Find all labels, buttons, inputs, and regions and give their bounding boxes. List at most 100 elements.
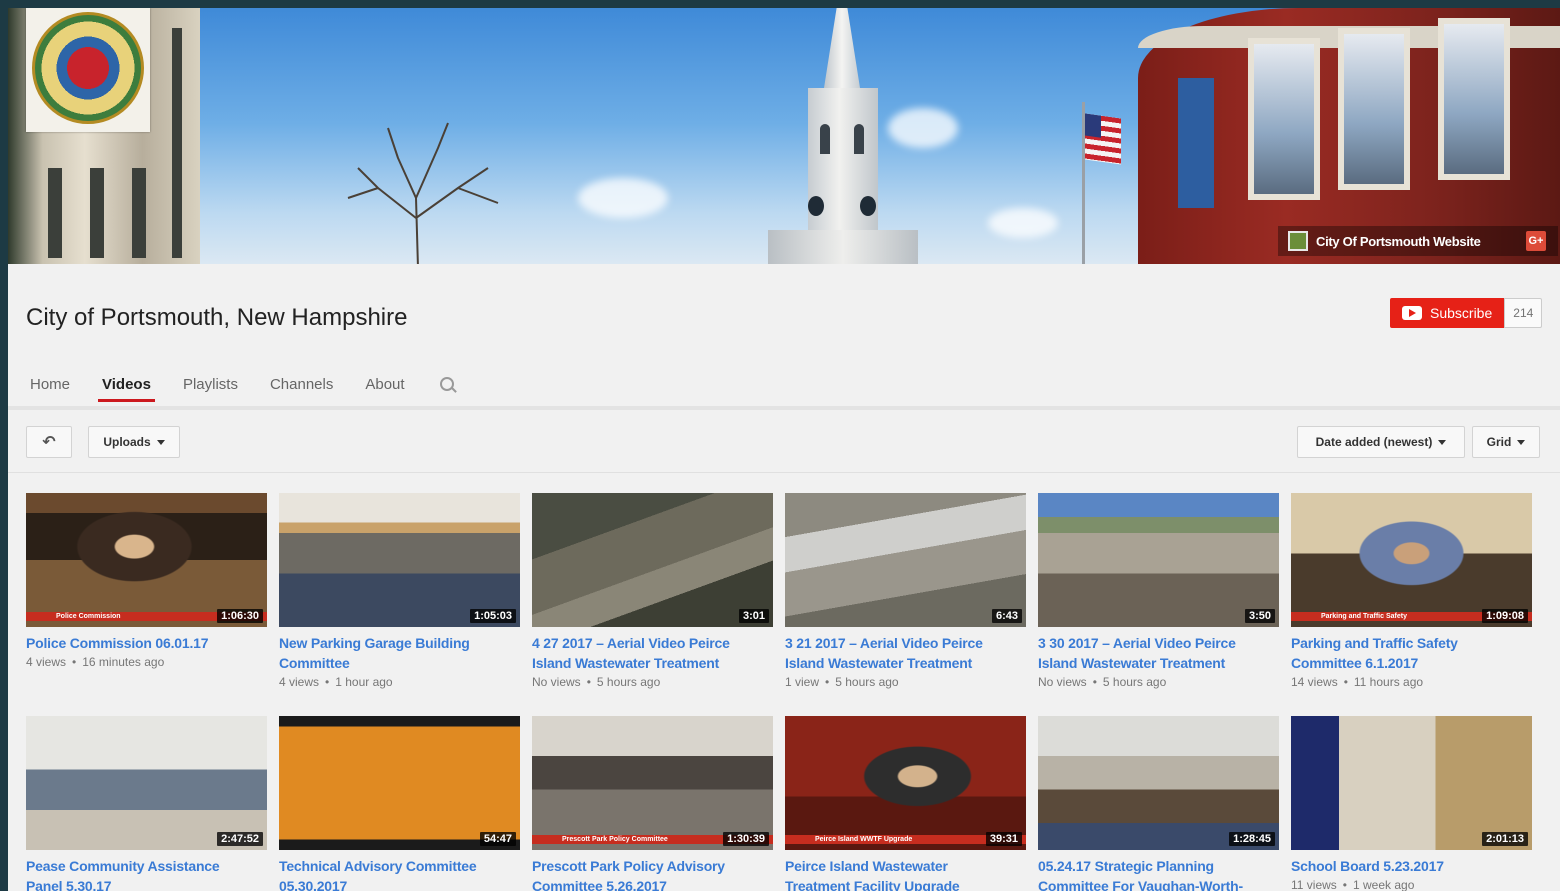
thumbnail-image [785, 493, 1026, 627]
upload-age: 5 hours ago [596, 675, 661, 689]
video-card[interactable]: 2:47:52 Pease Community Assistance Panel 5… [26, 716, 267, 891]
sort-dropdown[interactable]: Date added (newest) [1297, 426, 1465, 458]
subscriber-count: 214 [1504, 298, 1543, 328]
video-card[interactable]: Parking and Traffic Safety 1:09:08 Parking… [1291, 493, 1532, 691]
video-title-link[interactable]: Prescott Park Policy Advisory Committee 5… [532, 856, 762, 891]
video-title-link[interactable]: Parking and Traffic Safety Committee 6.1.… [1291, 633, 1521, 673]
view-dropdown[interactable]: Grid [1472, 426, 1540, 458]
video-title-link[interactable]: Technical Advisory Committee 05.30.2017 [279, 856, 509, 891]
video-duration: 1:30:39 [723, 832, 769, 846]
video-duration: 2:47:52 [217, 832, 263, 846]
google-plus-icon[interactable]: G+ [1526, 231, 1546, 251]
video-card[interactable]: 6:43 3 21 2017 – Aerial Video Peirce Islan… [785, 493, 1026, 691]
video-meta: No views • 5 hours ago [1038, 673, 1279, 691]
video-thumbnail[interactable]: Police Commission 1:06:30 [26, 493, 267, 627]
video-title-link[interactable]: Police Commission 06.01.17 [26, 633, 256, 653]
video-title-line: Committee For Vaughan-Worth- [1038, 878, 1243, 891]
video-thumbnail[interactable]: 6:43 [785, 493, 1026, 627]
video-card[interactable]: Police Commission 1:06:30 Police Commissio… [26, 493, 267, 671]
view-count: 4 views [279, 675, 320, 689]
video-title-line: Police Commission 06.01.17 [26, 635, 209, 651]
video-thumbnail[interactable]: Parking and Traffic Safety 1:09:08 [1291, 493, 1532, 627]
meta-separator: • [586, 675, 591, 689]
uploads-dropdown[interactable]: Uploads [88, 426, 180, 458]
video-card[interactable]: 2:01:13 School Board 5.23.2017 11 views • 1 … [1291, 716, 1532, 891]
thumbnail-image [26, 493, 267, 627]
video-card[interactable]: 1:28:45 05.24.17 Strategic Planning Commit… [1038, 716, 1279, 891]
banner-flag [1085, 113, 1121, 165]
youtube-play-icon [1402, 306, 1422, 320]
thumbnail-image [785, 716, 1026, 850]
video-duration: 39:31 [985, 832, 1022, 846]
uploads-label: Uploads [103, 435, 151, 449]
video-thumbnail[interactable]: 2:01:13 [1291, 716, 1532, 850]
video-title-line: Committee [279, 655, 350, 671]
video-thumbnail[interactable]: 54:47 [279, 716, 520, 850]
video-title-line: Peirce Island Wastewater [785, 858, 948, 874]
video-title-line: Parking and Traffic Safety [1291, 635, 1458, 651]
video-card[interactable]: 3:01 4 27 2017 – Aerial Video Peirce Islan… [532, 493, 773, 691]
video-card[interactable]: 1:05:03 New Parking Garage Building Commit… [279, 493, 520, 691]
tab-channels[interactable]: Channels [254, 362, 349, 406]
tab-about[interactable]: About [349, 362, 420, 406]
sort-label: Date added (newest) [1315, 435, 1433, 449]
video-thumbnail[interactable]: 2:47:52 [26, 716, 267, 850]
toolbar-divider [8, 472, 1560, 473]
video-title-link[interactable]: School Board 5.23.2017 [1291, 856, 1521, 876]
back-arrow-icon: ↶ [42, 434, 56, 451]
upload-age: 5 hours ago [835, 675, 899, 689]
view-count: 1 view [785, 675, 820, 689]
view-count: No views [1038, 675, 1087, 689]
video-thumbnail[interactable]: 3:01 [532, 493, 773, 627]
channel-avatar[interactable] [26, 8, 150, 132]
video-duration: 1:28:45 [1229, 832, 1275, 846]
video-title-line: 3 30 2017 – Aerial Video Peirce [1038, 635, 1236, 651]
video-title-link[interactable]: Peirce Island Wastewater Treatment Facili… [785, 856, 1015, 891]
video-title-line: Technical Advisory Committee [279, 858, 477, 874]
channel-tabs: Home Videos Playlists Channels About [8, 362, 459, 406]
tab-videos[interactable]: Videos [86, 362, 167, 406]
video-duration: 1:06:30 [217, 609, 263, 623]
video-card[interactable]: Prescott Park Policy Committee 1:30:39 Pre… [532, 716, 773, 891]
meta-separator: • [1342, 878, 1347, 891]
chevron-down-icon [1517, 439, 1526, 445]
tab-playlists[interactable]: Playlists [167, 362, 254, 406]
lower-third-text: Peirce Island WWTF Upgrade [815, 836, 913, 843]
video-duration: 1:09:08 [1482, 609, 1528, 623]
video-title-link[interactable]: Pease Community Assistance Panel 5.30.17 [26, 856, 256, 891]
subscribe-widget: Subscribe 214 [1390, 298, 1543, 328]
channel-search-button[interactable] [435, 362, 459, 406]
video-meta: 4 views • 16 minutes ago [26, 653, 267, 671]
video-thumbnail[interactable]: Prescott Park Policy Committee 1:30:39 [532, 716, 773, 850]
video-duration: 54:47 [479, 832, 516, 846]
video-title-link[interactable]: New Parking Garage Building Committee [279, 633, 509, 673]
back-button[interactable]: ↶ [26, 426, 72, 458]
thumbnail-image [1038, 716, 1279, 850]
lower-third-text: Prescott Park Policy Committee [562, 836, 668, 843]
video-card[interactable]: Peirce Island WWTF Upgrade 39:31 Peirce Is… [785, 716, 1026, 891]
video-title-link[interactable]: 3 30 2017 – Aerial Video Peirce Island Wa… [1038, 633, 1268, 673]
channel-page: City Of Portsmouth Website G+ City of Po… [8, 8, 1560, 891]
banner-link-text: City Of Portsmouth Website [1316, 233, 1481, 249]
video-meta: 14 views • 11 hours ago [1291, 673, 1532, 691]
video-title-line: Committee 5.26.2017 [532, 878, 667, 891]
subscribe-label: Subscribe [1430, 305, 1493, 321]
videos-toolbar: ↶ Uploads Date added (newest) Grid [8, 410, 1560, 470]
subscribe-button[interactable]: Subscribe [1390, 298, 1505, 328]
city-seal-logo [32, 12, 144, 124]
video-thumbnail[interactable]: 1:28:45 [1038, 716, 1279, 850]
video-title-link[interactable]: 4 27 2017 – Aerial Video Peirce Island Wa… [532, 633, 762, 673]
video-thumbnail[interactable]: Peirce Island WWTF Upgrade 39:31 [785, 716, 1026, 850]
video-title-link[interactable]: 05.24.17 Strategic Planning Committee For… [1038, 856, 1268, 891]
video-card[interactable]: 54:47 Technical Advisory Committee 05.30.2… [279, 716, 520, 891]
video-card[interactable]: 3:50 3 30 2017 – Aerial Video Peirce Islan… [1038, 493, 1279, 691]
video-duration: 1:05:03 [470, 609, 516, 623]
video-thumbnail[interactable]: 1:05:03 [279, 493, 520, 627]
thumbnail-image [279, 716, 520, 850]
video-thumbnail[interactable]: 3:50 [1038, 493, 1279, 627]
video-title-line: Committee 6.1.2017 [1291, 655, 1419, 671]
video-title-line: Treatment Facility Upgrade [785, 878, 960, 891]
banner-website-link[interactable]: City Of Portsmouth Website G+ [1278, 226, 1558, 256]
video-title-link[interactable]: 3 21 2017 – Aerial Video Peirce Island Wa… [785, 633, 1015, 673]
tab-home[interactable]: Home [8, 362, 86, 406]
